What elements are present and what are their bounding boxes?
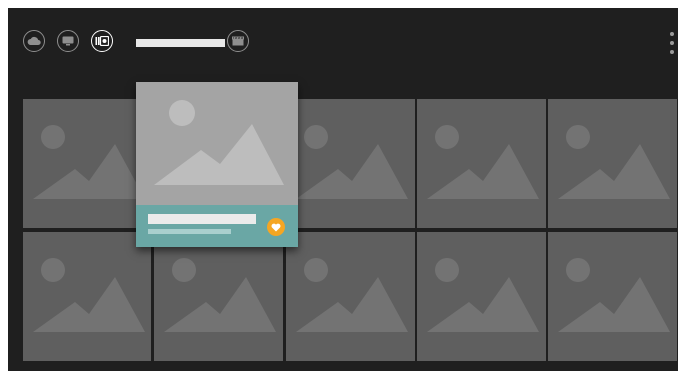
media-tile[interactable] — [417, 99, 546, 228]
favorite-badge[interactable] — [267, 218, 285, 236]
media-tile[interactable] — [417, 232, 546, 361]
media-tile[interactable] — [23, 99, 151, 228]
more-vertical-icon — [670, 32, 674, 36]
clapperboard-icon — [232, 36, 244, 46]
image-placeholder-icon — [558, 258, 670, 332]
card-footer — [136, 205, 298, 247]
focused-media-card[interactable] — [136, 82, 298, 247]
tab-library[interactable] — [91, 30, 113, 52]
image-placeholder-icon — [427, 125, 539, 199]
photo-library-icon — [95, 36, 109, 46]
tab-cloud[interactable] — [23, 30, 45, 52]
card-thumbnail — [136, 82, 298, 205]
image-placeholder-icon — [296, 125, 408, 199]
tv-screen — [8, 8, 678, 371]
media-tile[interactable] — [286, 232, 415, 361]
media-tile[interactable] — [154, 232, 283, 361]
card-subtitle — [148, 229, 231, 234]
cloud-icon — [27, 36, 41, 45]
image-placeholder-icon — [558, 125, 670, 199]
more-options-button[interactable] — [667, 32, 677, 54]
section-title — [136, 39, 225, 47]
heart-icon — [271, 223, 281, 231]
media-tile[interactable] — [548, 232, 677, 361]
image-placeholder-icon — [33, 258, 145, 332]
card-title — [148, 214, 256, 224]
image-placeholder-icon — [164, 258, 276, 332]
image-placeholder-icon — [427, 258, 539, 332]
tab-movies[interactable] — [227, 30, 249, 52]
tab-cast[interactable] — [57, 30, 79, 52]
cast-icon — [62, 36, 74, 46]
media-tile[interactable] — [548, 99, 677, 228]
image-placeholder-icon — [33, 125, 145, 199]
image-placeholder-icon — [154, 100, 284, 185]
image-placeholder-icon — [296, 258, 408, 332]
media-tile[interactable] — [23, 232, 151, 361]
media-tile[interactable] — [286, 99, 415, 228]
